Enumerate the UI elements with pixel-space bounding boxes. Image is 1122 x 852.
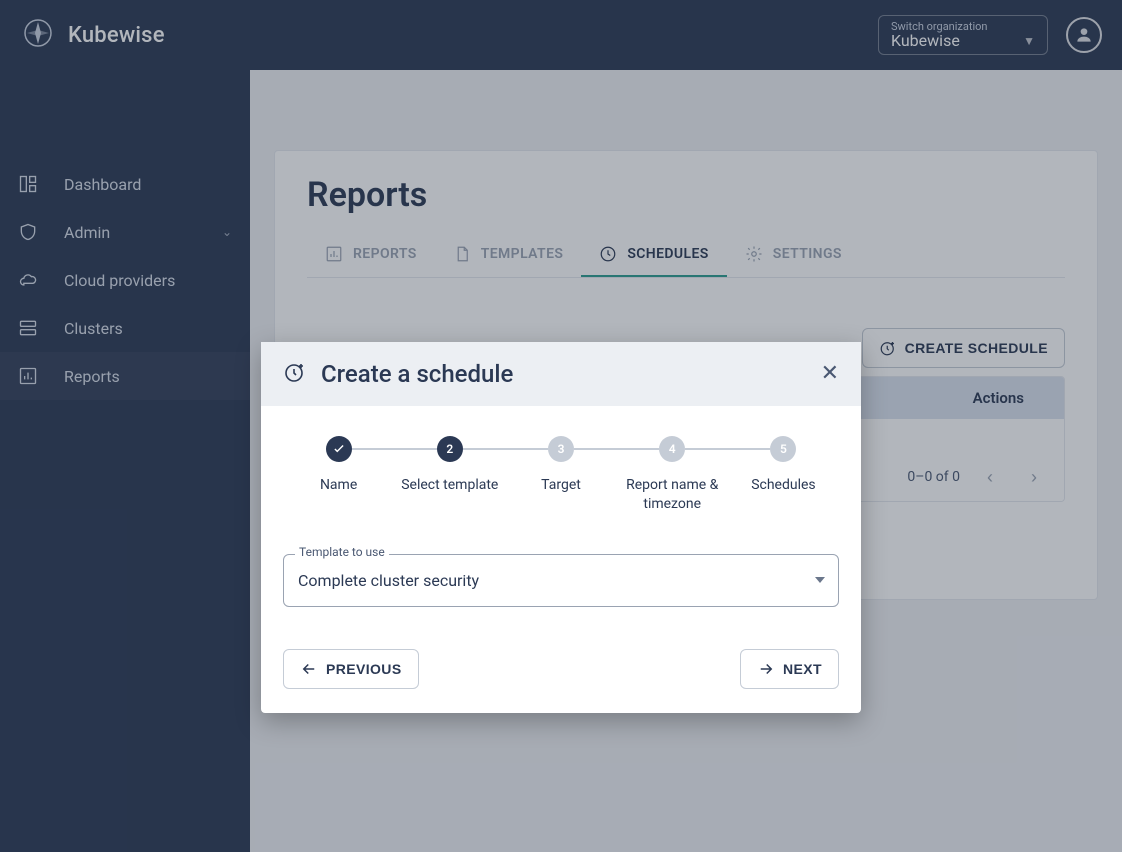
step-number: 5 (770, 436, 796, 462)
select-value: Complete cluster security (298, 571, 479, 590)
modal-overlay: Create a schedule ✕ Name 2 Select templa… (0, 0, 1122, 852)
step-label: Select template (394, 476, 505, 495)
step-label: Target (505, 476, 616, 495)
step-number: 4 (659, 436, 685, 462)
step-label: Name (283, 476, 394, 495)
step-target: 3 Target (505, 436, 616, 495)
step-label: Report name & timezone (617, 476, 728, 514)
stepper: Name 2 Select template 3 Target 4 (283, 436, 839, 514)
step-report-name-timezone: 4 Report name & timezone (617, 436, 728, 514)
step-select-template: 2 Select template (394, 436, 505, 495)
arrow-right-icon (757, 660, 775, 678)
dialog-header: Create a schedule ✕ (261, 342, 861, 406)
create-schedule-dialog: Create a schedule ✕ Name 2 Select templa… (261, 342, 861, 713)
dialog-title: Create a schedule (321, 360, 513, 388)
field-label: Template to use (295, 545, 389, 559)
previous-button[interactable]: PREVIOUS (283, 649, 419, 689)
button-label: NEXT (783, 661, 822, 677)
button-label: PREVIOUS (326, 661, 402, 677)
close-button[interactable]: ✕ (821, 363, 839, 385)
check-icon (332, 442, 346, 456)
clock-plus-icon (283, 360, 307, 388)
step-label: Schedules (728, 476, 839, 495)
step-number: 3 (548, 436, 574, 462)
template-select-field[interactable]: Template to use Complete cluster securit… (283, 554, 839, 607)
step-number: 2 (437, 436, 463, 462)
next-button[interactable]: NEXT (740, 649, 839, 689)
caret-down-icon (815, 577, 825, 583)
step-name: Name (283, 436, 394, 495)
step-schedules: 5 Schedules (728, 436, 839, 495)
arrow-left-icon (300, 660, 318, 678)
